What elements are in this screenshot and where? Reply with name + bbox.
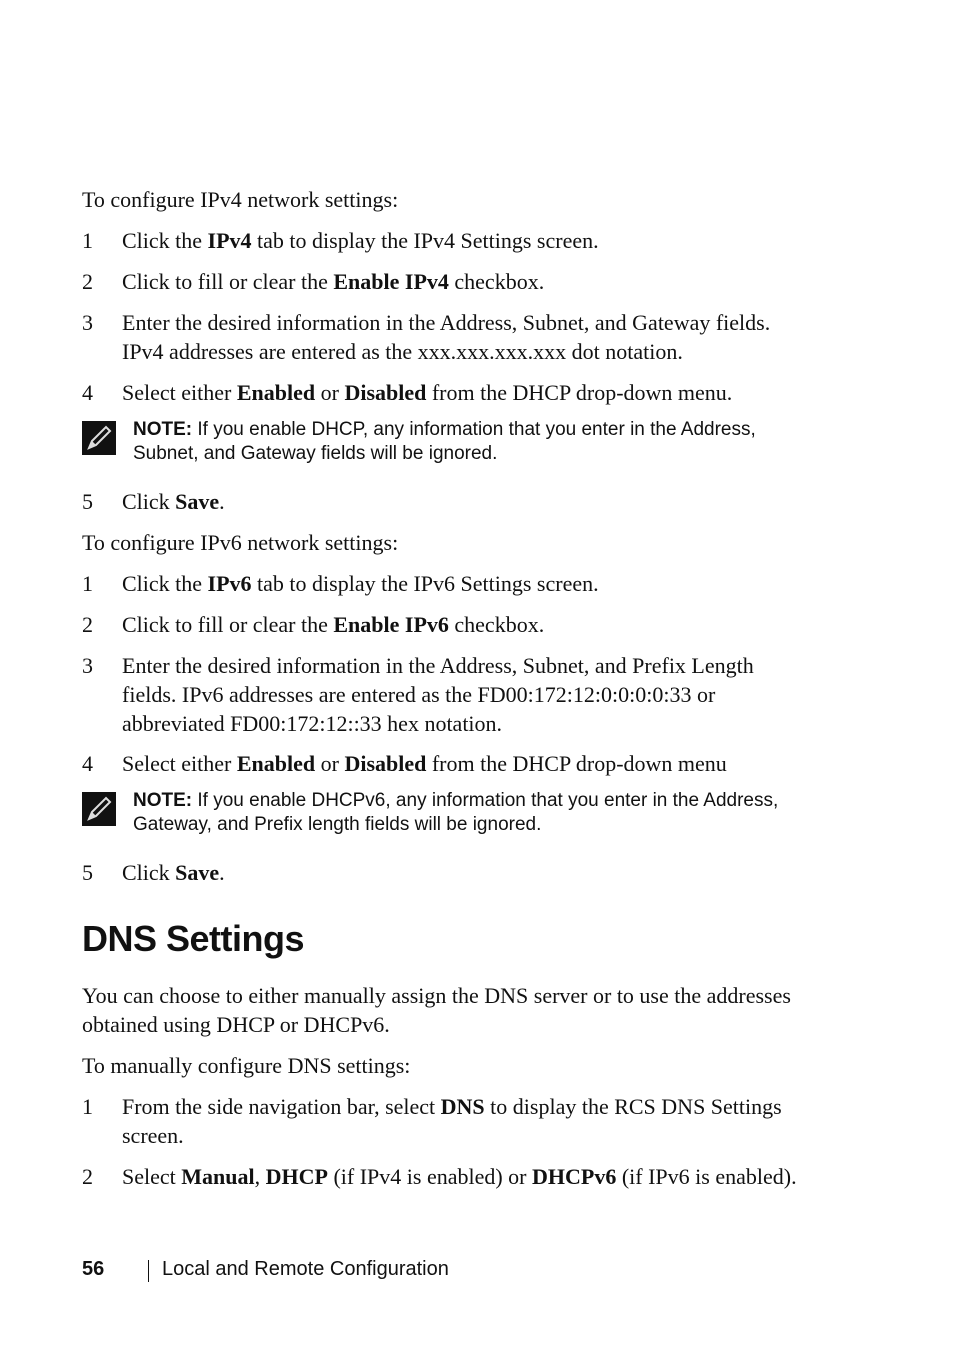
step-text: or	[315, 380, 345, 405]
step-text: Select either	[122, 751, 237, 776]
ipv6-step-5: 5 Click Save.	[82, 858, 872, 887]
enable-ipv4-label: Enable IPv4	[333, 269, 449, 294]
dns-intro: To manually configure DNS settings:	[82, 1053, 411, 1078]
step-number: 1	[82, 571, 93, 596]
step-text: or	[315, 751, 345, 776]
step-number: 1	[82, 1094, 93, 1119]
step-number: 3	[82, 310, 93, 335]
dns-settings-heading: DNS Settings	[82, 918, 305, 959]
step-text: Click the	[122, 228, 208, 253]
step-text: (if IPv6 is enabled).	[616, 1164, 797, 1189]
step-text: tab to display the IPv6 Settings screen.	[251, 571, 599, 596]
step-text: screen.	[122, 1123, 184, 1148]
dhcpv6-label: DHCPv6	[532, 1164, 617, 1189]
step-text: Enter the desired information in the Add…	[122, 653, 754, 678]
enabled-label: Enabled	[236, 380, 316, 405]
page-number: 56	[82, 1258, 105, 1280]
save-label: Save	[175, 489, 220, 514]
ipv4-step-1: 1 Click the IPv4 tab to display the IPv4…	[82, 226, 872, 255]
dns-step-1: 1 From the side navigation bar, select D…	[82, 1092, 872, 1150]
note-pencil-icon	[82, 792, 116, 826]
ipv6-step-4: 4 Select either Enabled or Disabled from…	[82, 749, 872, 778]
step-text: Click the	[122, 571, 208, 596]
step-number: 4	[82, 380, 93, 405]
step-text: from the DHCP drop-down menu.	[426, 380, 733, 405]
ipv6-step-2: 2 Click to fill or clear the Enable IPv6…	[82, 610, 872, 639]
step-number: 2	[82, 1164, 93, 1189]
dns-step-2: 2 Select Manual, DHCP (if IPv4 is enable…	[82, 1162, 872, 1191]
note-text: If you enable DHCP, any information that…	[192, 419, 756, 440]
step-number: 5	[82, 489, 93, 514]
step-text: tab to display the IPv4 Settings screen.	[251, 228, 599, 253]
step-text: Click to fill or clear the	[122, 612, 334, 637]
step-number: 4	[82, 751, 93, 776]
ipv6-note: NOTE: If you enable DHCPv6, any informat…	[82, 789, 872, 837]
save-label: Save	[175, 860, 220, 885]
step-text: From the side navigation bar, select	[122, 1094, 441, 1119]
ipv6-intro: To configure IPv6 network settings:	[82, 530, 399, 555]
step-text: Enter the desired information in the Add…	[122, 310, 771, 335]
enable-ipv6-label: Enable IPv6	[333, 612, 449, 637]
section-title: Local and Remote Configuration	[162, 1258, 449, 1280]
step-number: 1	[82, 228, 93, 253]
ipv4-step-4: 4 Select either Enabled or Disabled from…	[82, 378, 872, 407]
step-text: Select either	[122, 380, 237, 405]
ipv4-step-5: 5 Click Save.	[82, 487, 872, 516]
step-text: fields. IPv6 addresses are entered as th…	[122, 682, 716, 707]
ipv6-step-3: 3 Enter the desired information in the A…	[82, 651, 872, 738]
step-number: 5	[82, 860, 93, 885]
step-text: IPv4 addresses are entered as the xxx.xx…	[122, 339, 683, 364]
note-text: If you enable DHCPv6, any information th…	[192, 790, 779, 811]
ipv6-step-1: 1 Click the IPv6 tab to display the IPv6…	[82, 569, 872, 598]
step-text: Click	[122, 860, 176, 885]
step-number: 2	[82, 269, 93, 294]
step-text: to display the RCS DNS Settings	[484, 1094, 782, 1119]
ipv6-tab-label: IPv6	[207, 571, 252, 596]
dhcp-label: DHCP	[265, 1164, 328, 1189]
note-label: NOTE:	[133, 419, 193, 440]
step-text: checkbox.	[448, 612, 545, 637]
note-text: Subnet, and Gateway fields will be ignor…	[133, 443, 498, 464]
step-text: checkbox.	[448, 269, 545, 294]
enabled-label: Enabled	[236, 751, 316, 776]
ipv4-intro: To configure IPv4 network settings:	[82, 187, 399, 212]
note-pencil-icon	[82, 421, 116, 455]
note-text: Gateway, and Prefix length fields will b…	[133, 814, 542, 835]
footer-divider	[148, 1260, 149, 1282]
ipv4-step-2: 2 Click to fill or clear the Enable IPv4…	[82, 267, 872, 296]
step-text: (if IPv4 is enabled) or	[327, 1164, 533, 1189]
paragraph-line: obtained using DHCP or DHCPv6.	[82, 1012, 390, 1037]
ipv4-step-3: 3 Enter the desired information in the A…	[82, 308, 872, 366]
step-text: from the DHCP drop-down menu	[426, 751, 727, 776]
step-text: ,	[254, 1164, 266, 1189]
note-label: NOTE:	[133, 790, 193, 811]
step-text: Click to fill or clear the	[122, 269, 334, 294]
step-text: .	[219, 860, 225, 885]
disabled-label: Disabled	[344, 380, 427, 405]
dns-nav-label: DNS	[440, 1094, 485, 1119]
disabled-label: Disabled	[344, 751, 427, 776]
step-text: .	[219, 489, 225, 514]
ipv4-note: NOTE: If you enable DHCP, any informatio…	[82, 418, 872, 466]
step-text: abbreviated FD00:172:12::33 hex notation…	[122, 711, 503, 736]
step-number: 3	[82, 653, 93, 678]
step-text: Click	[122, 489, 176, 514]
dns-description: You can choose to either manually assign…	[82, 981, 872, 1039]
ipv4-tab-label: IPv4	[207, 228, 252, 253]
manual-label: Manual	[181, 1164, 255, 1189]
step-text: Select	[122, 1164, 182, 1189]
paragraph-line: You can choose to either manually assign…	[82, 983, 791, 1008]
step-number: 2	[82, 612, 93, 637]
